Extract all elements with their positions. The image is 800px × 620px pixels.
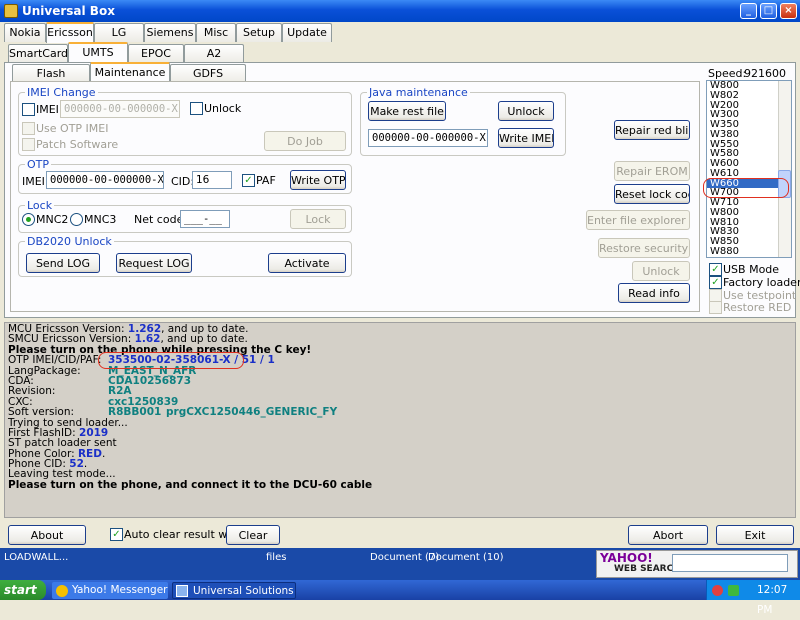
tab-setup[interactable]: Setup <box>236 23 282 42</box>
mnc3-radio[interactable] <box>70 213 83 226</box>
yahoo-messenger-icon <box>56 585 68 597</box>
send-log-button[interactable]: Send LOG <box>26 253 100 273</box>
tab-misc[interactable]: Misc <box>196 23 236 42</box>
right-unlock-button[interactable]: Unlock <box>632 261 690 281</box>
patch-software-checkbox[interactable] <box>22 138 35 151</box>
repair-red-blink-button[interactable]: Repair red blink <box>614 120 690 140</box>
tray-icon[interactable] <box>712 585 723 596</box>
cid-spinner[interactable]: 16 <box>192 171 232 189</box>
taskbar-yahoo-messenger[interactable]: Yahoo! Messenger <box>52 582 168 599</box>
repair-erom-button[interactable]: Repair EROM <box>614 161 690 181</box>
start-button[interactable]: start <box>0 580 46 600</box>
log-line: First FlashID: 2019 <box>8 426 109 439</box>
mnc3-label: MNC3 <box>84 213 117 226</box>
usb-mode-checkbox[interactable]: ✓ <box>709 263 722 276</box>
db2020-title: DB2020 Unlock <box>25 235 114 248</box>
desktop-icon-label[interactable]: files <box>266 552 286 563</box>
paf-checkbox[interactable]: ✓ <box>242 174 255 187</box>
do-job-button[interactable]: Do Job <box>264 131 346 151</box>
abort-button[interactable]: Abort <box>628 525 708 545</box>
use-otp-imei-checkbox[interactable] <box>22 122 35 135</box>
imei-change-input[interactable]: 000000-00-000000-X <box>60 100 180 118</box>
tab-epoc[interactable]: EPOC <box>128 44 184 63</box>
auto-clear-checkbox[interactable]: ✓ <box>110 528 123 541</box>
yahoo-search-input[interactable] <box>672 554 788 572</box>
read-info-button[interactable]: Read info <box>618 283 690 303</box>
unlock-checkbox[interactable] <box>190 102 203 115</box>
tab-ericsson[interactable]: Ericsson <box>46 22 94 43</box>
java-maintenance-title: Java maintenance <box>367 86 470 99</box>
unlock-label: Unlock <box>204 102 242 115</box>
imei-change-title: IMEI Change <box>25 86 98 99</box>
paf-label: PAF <box>256 174 276 187</box>
make-rest-file-button[interactable]: Make rest file <box>368 101 446 121</box>
cid-label: CID: <box>171 175 195 188</box>
reset-lock-code-button[interactable]: Reset lock code <box>614 184 690 204</box>
write-imei-button[interactable]: Write IMEI <box>498 128 554 148</box>
model-list-scrollbar[interactable] <box>778 81 791 257</box>
maximize-button[interactable]: □ <box>760 3 777 19</box>
log-line: Trying to send loader... <box>8 416 128 429</box>
net-code-input[interactable]: ___-__ <box>180 210 230 228</box>
log-line: Phone CID: 52. <box>8 458 88 471</box>
window-title: Universal Box <box>22 4 115 18</box>
tab-smartcard[interactable]: SmartCard <box>8 44 68 63</box>
factory-loaders-label: Factory loaders <box>723 276 800 289</box>
otp-imei-input[interactable]: 000000-00-000000-X <box>46 171 164 189</box>
log-line: Please turn on the phone, and connect it… <box>8 478 373 491</box>
minimize-button[interactable]: _ <box>740 3 757 19</box>
tab-siemens[interactable]: Siemens <box>144 23 196 42</box>
title-bar: Universal Box _ □ × <box>0 0 800 22</box>
tab-maintenance[interactable]: Maintenance <box>90 62 170 83</box>
speed-label: Speed: <box>708 67 747 80</box>
web-search-label: WEB SEARCH <box>614 564 681 574</box>
usb-mode-label: USB Mode <box>723 263 780 276</box>
tab-nokia[interactable]: Nokia <box>4 23 46 42</box>
speed-value[interactable]: 921600 <box>744 67 786 80</box>
app-icon <box>4 4 18 18</box>
tab-lg[interactable]: LG <box>94 23 144 42</box>
imei-checkbox[interactable] <box>22 103 35 116</box>
enter-file-explorer-button[interactable]: Enter file explorer mode <box>586 210 690 230</box>
tab-a2[interactable]: A2 <box>184 44 244 63</box>
tab-update[interactable]: Update <box>282 23 332 42</box>
restore-red-checkbox[interactable] <box>709 301 722 314</box>
tab-umts[interactable]: UMTS <box>68 42 128 63</box>
use-otp-imei-label: Use OTP IMEI <box>36 122 109 135</box>
about-button[interactable]: About <box>8 525 86 545</box>
activate-button[interactable]: Activate <box>268 253 346 273</box>
patch-software-label: Patch Software <box>36 138 119 151</box>
mnc2-label: MNC2 <box>36 213 69 226</box>
otp-annotation-highlight <box>98 352 244 369</box>
clear-button[interactable]: Clear <box>226 525 280 545</box>
log-line: Phone Color: RED. <box>8 447 106 460</box>
lock-title: Lock <box>25 199 55 212</box>
universal-box-icon <box>176 585 188 597</box>
desktop-icon-label[interactable]: Document (10) <box>428 552 504 563</box>
write-otp-button[interactable]: Write OTP <box>290 170 346 190</box>
yahoo-logo: YAHOO! <box>600 551 653 565</box>
request-log-button[interactable]: Request LOG <box>116 253 192 273</box>
tray-icon[interactable] <box>728 585 739 596</box>
mnc2-radio[interactable] <box>22 213 35 226</box>
imei-label: IMEI: <box>36 103 63 116</box>
exit-button[interactable]: Exit <box>716 525 794 545</box>
desktop-icon-label[interactable]: LOADWALL... <box>4 552 68 563</box>
restore-red-label: Restore RED <box>723 301 792 314</box>
lock-button[interactable]: Lock <box>290 209 346 229</box>
selection-highlight <box>703 178 789 198</box>
java-imei-input[interactable]: 000000-00-000000-X <box>368 129 488 147</box>
log-line: Soft version: R8BB001 prgCXC1250446_GENERI… <box>8 406 338 419</box>
otp-imei-label: IMEI: <box>22 175 49 188</box>
log-line: ST patch loader sent <box>8 437 117 450</box>
close-button[interactable]: × <box>780 3 797 19</box>
taskbar-universal-solutions[interactable]: Universal Solutions <box>172 582 296 599</box>
java-unlock-button[interactable]: Unlock <box>498 101 554 121</box>
factory-loaders-checkbox[interactable]: ✓ <box>709 276 722 289</box>
otp-title: OTP <box>25 158 52 171</box>
restore-security-zone-button[interactable]: Restore security zone <box>598 238 690 258</box>
